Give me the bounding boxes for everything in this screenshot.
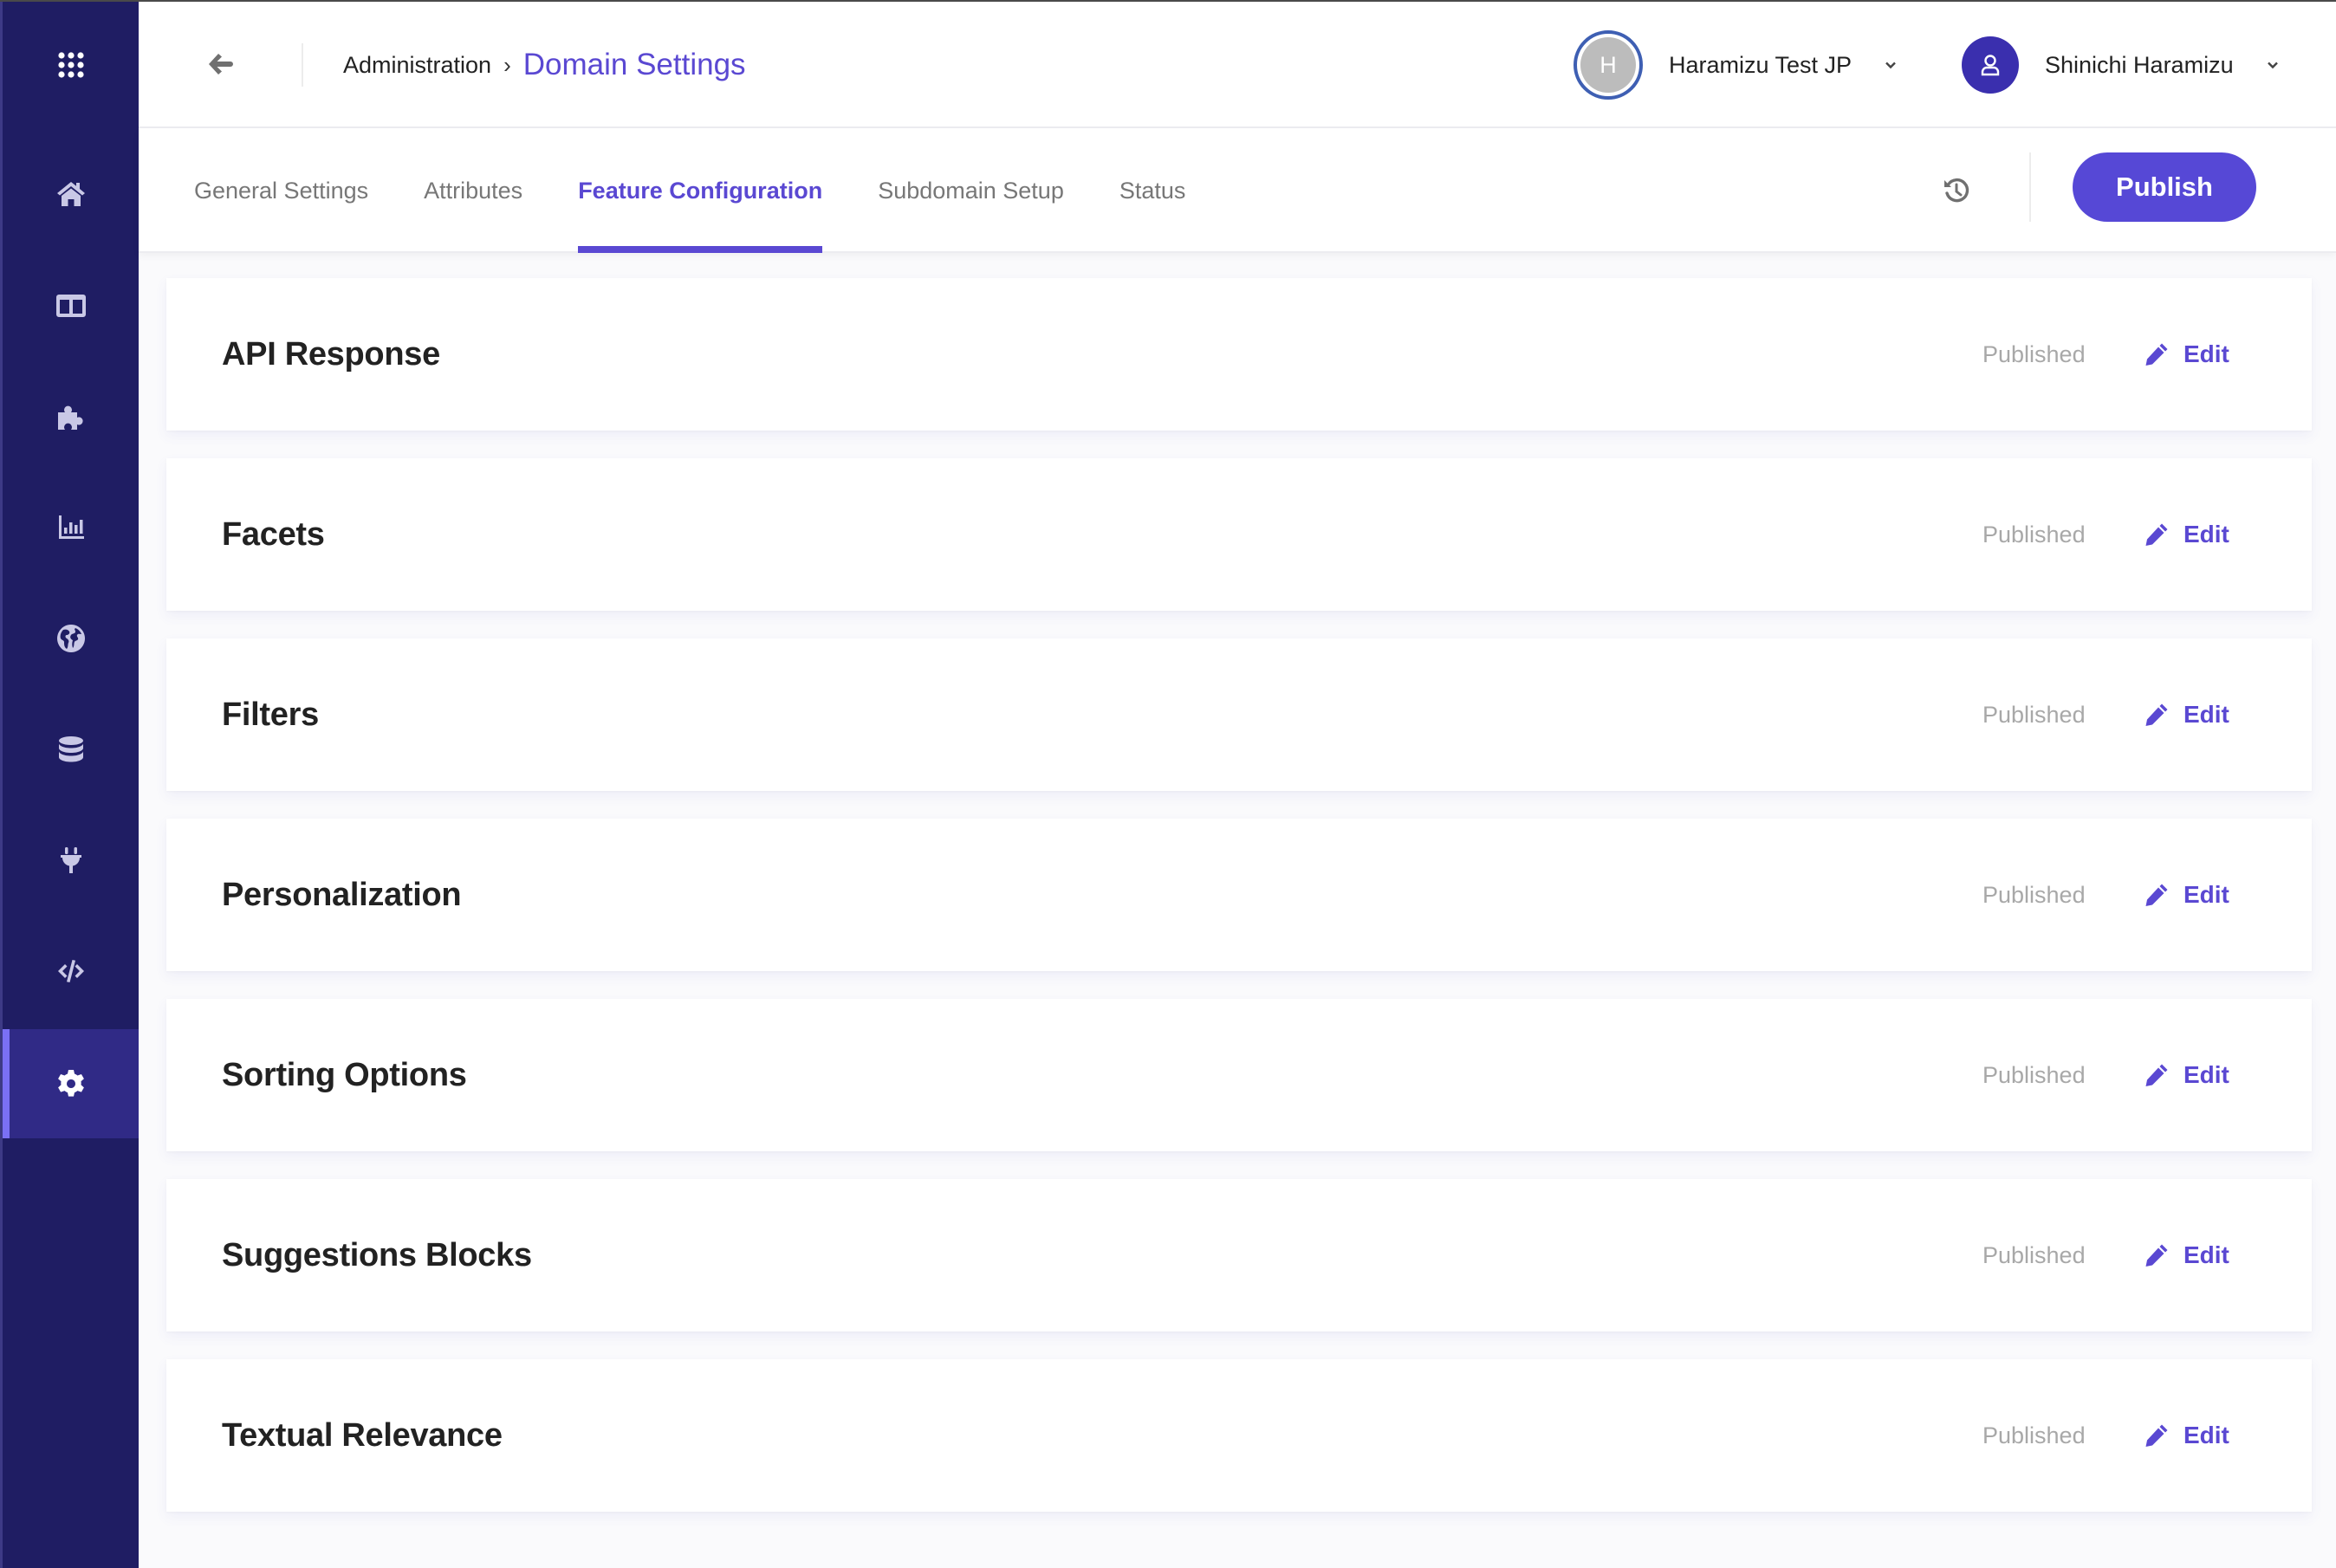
app-grid-icon bbox=[57, 52, 84, 78]
history-button[interactable] bbox=[1936, 170, 1977, 211]
feature-title: Personalization bbox=[222, 876, 462, 913]
arrow-left-icon bbox=[209, 54, 233, 75]
account-switcher[interactable]: H Haramizu Test JP bbox=[1574, 29, 1898, 100]
edit-button[interactable]: Edit bbox=[2144, 1359, 2229, 1512]
status-label: Published bbox=[1982, 881, 2086, 908]
status-label: Published bbox=[1982, 701, 2086, 728]
edit-label: Edit bbox=[2184, 1061, 2229, 1088]
plug-icon bbox=[60, 847, 81, 873]
pencil-icon bbox=[2145, 343, 2168, 366]
feature-card-facets: Facets Published Edit bbox=[166, 458, 2312, 611]
tab-feature-configuration[interactable]: Feature Configuration bbox=[578, 128, 823, 253]
window-top-edge bbox=[0, 0, 2336, 2]
account-name: Haramizu Test JP bbox=[1669, 51, 1853, 78]
edit-button[interactable]: Edit bbox=[2144, 999, 2229, 1151]
pencil-icon bbox=[2145, 1244, 2168, 1267]
feature-title: Filters bbox=[222, 696, 319, 733]
sidebar-item-analytics[interactable] bbox=[3, 472, 139, 581]
bar-chart-icon bbox=[58, 515, 84, 539]
pencil-icon bbox=[2145, 1424, 2168, 1447]
sidebar-item-developer[interactable] bbox=[3, 917, 139, 1026]
feature-card-textual-relevance: Textual Relevance Published Edit bbox=[166, 1359, 2312, 1512]
feature-title: Textual Relevance bbox=[222, 1416, 503, 1454]
tab-bar: General Settings Attributes Feature Conf… bbox=[139, 128, 2336, 253]
sidebar-item-domains[interactable] bbox=[3, 584, 139, 693]
feature-card-suggestions-blocks: Suggestions Blocks Published Edit bbox=[166, 1179, 2312, 1332]
user-icon bbox=[1981, 55, 2000, 76]
user-avatar bbox=[1962, 36, 2019, 94]
home-icon bbox=[56, 182, 85, 206]
status-label: Published bbox=[1982, 1061, 2086, 1088]
tabs: General Settings Attributes Feature Conf… bbox=[194, 128, 1241, 253]
sidebar-item-connectors[interactable] bbox=[3, 806, 139, 915]
sidebar-item-data[interactable] bbox=[3, 695, 139, 804]
columns-icon bbox=[55, 295, 86, 317]
feature-title: Sorting Options bbox=[222, 1056, 467, 1093]
tab-general-settings[interactable]: General Settings bbox=[194, 128, 368, 253]
breadcrumb-administration[interactable]: Administration bbox=[343, 52, 491, 79]
status-label: Published bbox=[1982, 340, 2086, 367]
feature-card-sorting-options: Sorting Options Published Edit bbox=[166, 999, 2312, 1151]
edit-button[interactable]: Edit bbox=[2144, 1179, 2229, 1332]
pencil-icon bbox=[2145, 703, 2168, 726]
gear-icon bbox=[57, 1070, 84, 1097]
edit-label: Edit bbox=[2184, 521, 2229, 548]
tab-attributes[interactable]: Attributes bbox=[424, 128, 522, 253]
feature-card-filters: Filters Published Edit bbox=[166, 638, 2312, 791]
edit-label: Edit bbox=[2184, 340, 2229, 367]
database-icon bbox=[58, 736, 83, 762]
back-button[interactable] bbox=[201, 45, 239, 83]
sidebar bbox=[0, 0, 139, 1568]
breadcrumb: Administration › Domain Settings bbox=[343, 43, 746, 87]
tab-status[interactable]: Status bbox=[1119, 128, 1186, 253]
feature-list: API Response Published Edit Facets Publi… bbox=[166, 278, 2312, 1539]
breadcrumb-separator: › bbox=[503, 51, 511, 78]
chevron-down-icon bbox=[2265, 57, 2281, 73]
sidebar-item-home[interactable] bbox=[3, 139, 139, 249]
pencil-icon bbox=[2145, 884, 2168, 906]
sidebar-item-apps[interactable] bbox=[3, 10, 139, 120]
edit-button[interactable]: Edit bbox=[2144, 458, 2229, 611]
pencil-icon bbox=[2145, 523, 2168, 546]
publish-button[interactable]: Publish bbox=[2073, 152, 2256, 222]
status-label: Published bbox=[1982, 1422, 2086, 1448]
edit-button[interactable]: Edit bbox=[2144, 278, 2229, 431]
feature-card-personalization: Personalization Published Edit bbox=[166, 819, 2312, 971]
edit-label: Edit bbox=[2184, 1422, 2229, 1448]
account-avatar: H bbox=[1574, 30, 1643, 100]
chevron-down-icon bbox=[1883, 57, 1898, 73]
status-label: Published bbox=[1982, 1241, 2086, 1268]
toolbar-divider bbox=[2029, 152, 2031, 222]
account-avatar-initial: H bbox=[1580, 37, 1636, 93]
feature-title: Suggestions Blocks bbox=[222, 1236, 532, 1273]
page-title: Domain Settings bbox=[522, 48, 746, 81]
history-icon bbox=[1944, 178, 1969, 203]
sidebar-item-integrations[interactable] bbox=[3, 363, 139, 472]
sidebar-item-administration[interactable] bbox=[3, 1029, 139, 1138]
feature-title: API Response bbox=[222, 335, 440, 373]
puzzle-icon bbox=[57, 405, 83, 430]
sidebar-item-layout[interactable] bbox=[3, 251, 139, 360]
edit-button[interactable]: Edit bbox=[2144, 819, 2229, 971]
user-name: Shinichi Haramizu bbox=[2045, 51, 2234, 78]
globe-icon bbox=[56, 625, 85, 652]
pencil-icon bbox=[2145, 1064, 2168, 1086]
header-divider bbox=[302, 43, 303, 87]
top-header: Administration › Domain Settings H Haram… bbox=[139, 2, 2336, 128]
edit-button[interactable]: Edit bbox=[2144, 638, 2229, 791]
status-label: Published bbox=[1982, 521, 2086, 548]
feature-card-api-response: API Response Published Edit bbox=[166, 278, 2312, 431]
user-menu[interactable]: Shinichi Haramizu bbox=[1962, 34, 2281, 96]
tab-subdomain-setup[interactable]: Subdomain Setup bbox=[878, 128, 1064, 253]
edit-label: Edit bbox=[2184, 701, 2229, 728]
edit-label: Edit bbox=[2184, 881, 2229, 908]
feature-title: Facets bbox=[222, 515, 325, 553]
code-icon bbox=[57, 960, 84, 982]
edit-label: Edit bbox=[2184, 1241, 2229, 1268]
